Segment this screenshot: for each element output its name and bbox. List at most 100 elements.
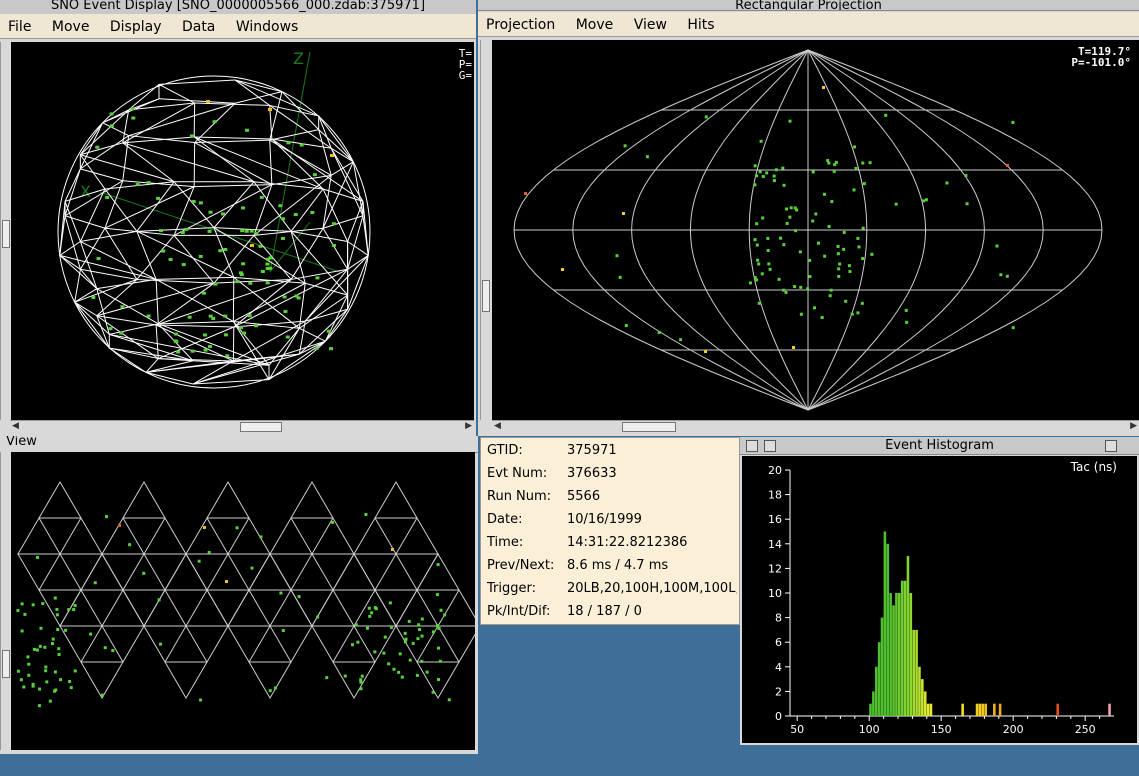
- flat-hit: [54, 688, 58, 692]
- menu-file[interactable]: File: [0, 14, 39, 37]
- sphere-hscroll-thumb[interactable]: [240, 422, 282, 432]
- flat-hit: [356, 640, 360, 644]
- sphere-wire: [192, 353, 300, 385]
- view-titlebar[interactable]: View: [0, 436, 478, 453]
- histogram-canvas[interactable]: 0 2 4 6 8 10 12 14 16 18 20 50 100 150 200 250 Tac (ns): [742, 456, 1137, 743]
- projection-hit: [759, 139, 763, 143]
- projection-vscroll-thumb[interactable]: [482, 280, 490, 312]
- projection-hit: [884, 113, 888, 117]
- projection-hit: [524, 192, 527, 195]
- maximize-icon[interactable]: [1105, 440, 1117, 452]
- flat-hit: [403, 640, 407, 644]
- flat-hit: [437, 646, 441, 650]
- x-tick-label: 200: [1003, 723, 1024, 736]
- projection-titlebar[interactable]: Rectangular Projection: [478, 0, 1139, 11]
- window-menu-icon[interactable]: [746, 440, 758, 452]
- projection-horizontal-scrollbar[interactable]: ◀ ▶: [492, 420, 1139, 433]
- projection-hit: [679, 338, 683, 342]
- pmt-hit: [119, 331, 124, 335]
- sphere-wire: [253, 181, 324, 190]
- sphere-wire: [122, 136, 195, 144]
- view-vscroll-thumb[interactable]: [2, 650, 10, 678]
- histogram-bar: [892, 605, 895, 716]
- view-vertical-scrollbar[interactable]: [0, 452, 11, 750]
- menu-data[interactable]: Data: [174, 14, 223, 37]
- sphere-vertical-scrollbar[interactable]: [0, 42, 11, 420]
- pmt-hit: [146, 181, 151, 185]
- flat-hit: [64, 628, 68, 632]
- proj-scroll-right-icon[interactable]: ▶: [1130, 421, 1137, 431]
- minimize-icon[interactable]: [764, 440, 776, 452]
- face-subdivision: [227, 553, 250, 591]
- histogram-bar: [886, 543, 890, 716]
- pmt-hit: [238, 271, 243, 275]
- sphere-wire: [347, 255, 369, 310]
- projection-hit: [842, 230, 846, 234]
- projection-hit: [785, 207, 789, 211]
- sphere-wire: [271, 138, 324, 190]
- projection-vertical-scrollbar[interactable]: [480, 40, 491, 420]
- info-row-gtid: GTID: 375971: [487, 443, 617, 458]
- sphere-vscroll-thumb[interactable]: [2, 220, 10, 248]
- face-subdivision: [332, 589, 355, 627]
- face-subdivision: [395, 517, 418, 555]
- menu-windows[interactable]: Windows: [228, 14, 307, 37]
- projection-hit: [788, 119, 792, 123]
- flat-hit: [37, 704, 41, 708]
- sphere-wire: [158, 320, 234, 325]
- sphere-wire: [155, 278, 292, 326]
- pmt-hit: [235, 280, 240, 284]
- pmt-hit: [187, 315, 192, 319]
- sphere-wire: [155, 324, 234, 362]
- sphere-wire: [158, 98, 236, 104]
- flat-hit: [373, 606, 377, 610]
- projection-hit: [622, 212, 625, 215]
- menu-hits[interactable]: Hits: [679, 12, 722, 35]
- proj-scroll-left-icon[interactable]: ◀: [494, 421, 501, 431]
- histogram-bar: [898, 593, 901, 716]
- face-subdivision: [269, 625, 292, 663]
- pmt-hit: [278, 204, 283, 208]
- projection-hit: [838, 262, 842, 266]
- flat-view-canvas[interactable]: [10, 452, 481, 750]
- pmt-hit: [206, 100, 210, 103]
- menu-move[interactable]: Move: [44, 14, 98, 37]
- pmt-hit: [135, 183, 140, 187]
- sphere-wire: [362, 201, 369, 256]
- projection-hit: [811, 170, 815, 174]
- projection-hit: [793, 206, 797, 210]
- face-subdivision: [353, 625, 376, 663]
- projection-hit: [995, 244, 999, 248]
- pmt-hit: [326, 329, 331, 333]
- face-subdivision: [101, 625, 124, 663]
- y-tick-label: 18: [768, 489, 782, 502]
- flat-hit: [420, 634, 424, 638]
- flat-hit: [225, 580, 228, 583]
- flat-hit: [44, 665, 48, 669]
- flat-hit: [31, 684, 35, 688]
- histogram-titlebar[interactable]: Event Histogram: [740, 437, 1139, 455]
- menu-view[interactable]: View: [626, 12, 675, 35]
- sphere-view-canvas[interactable]: XZ T= P= G=: [10, 42, 474, 420]
- pmt-hit: [280, 236, 285, 240]
- scroll-left-icon[interactable]: ◀: [12, 421, 19, 431]
- menu-display[interactable]: Display: [102, 14, 170, 37]
- pmt-hit: [130, 107, 135, 111]
- menu-projection[interactable]: Projection: [478, 12, 563, 35]
- menu-proj-move[interactable]: Move: [568, 12, 622, 35]
- event-display-titlebar[interactable]: SNO Event Display [SNO_0000005566_000.zd…: [0, 0, 476, 15]
- projection-hit: [623, 144, 627, 148]
- geodesic-sphere-plot: XZ: [57, 49, 371, 389]
- projection-canvas[interactable]: T=119.7° P=-101.0°: [492, 40, 1139, 420]
- flat-hit: [331, 520, 335, 524]
- flat-hit: [259, 535, 263, 539]
- sphere-horizontal-scrollbar[interactable]: ◀ ▶: [10, 420, 474, 433]
- projection-hscroll-thumb[interactable]: [622, 422, 676, 432]
- flat-hit: [391, 548, 394, 551]
- sphere-wire: [193, 136, 255, 183]
- histogram-bar: [981, 703, 985, 716]
- scroll-right-icon[interactable]: ▶: [465, 421, 472, 431]
- projection-hit: [853, 145, 857, 149]
- face-subdivision: [416, 589, 439, 627]
- sphere-wire: [347, 241, 369, 256]
